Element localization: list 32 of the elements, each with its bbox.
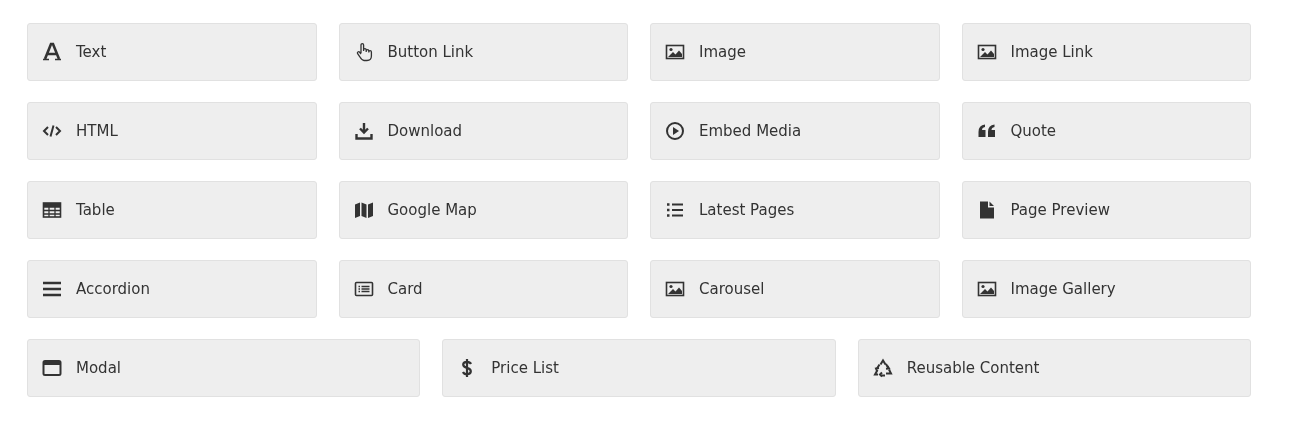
play-icon <box>665 121 685 141</box>
block-button[interactable]: HTML <box>27 102 317 160</box>
image-icon <box>665 279 685 299</box>
list-icon <box>665 200 685 220</box>
download-icon <box>353 121 374 141</box>
window-icon <box>42 358 62 378</box>
block-button[interactable]: Image Link <box>961 23 1251 81</box>
image-icon <box>976 279 997 299</box>
block-button[interactable]: Quote <box>961 102 1251 160</box>
block-button[interactable]: Page Preview <box>961 181 1251 239</box>
image-icon <box>665 42 685 62</box>
block-button[interactable]: Modal <box>27 339 421 397</box>
block-button[interactable]: Latest Pages <box>650 181 940 239</box>
block-button[interactable]: Card <box>338 260 628 318</box>
table-icon <box>42 200 62 220</box>
image-icon <box>976 42 997 62</box>
block-button[interactable]: Embed Media <box>650 102 940 160</box>
block-button[interactable]: Button Link <box>338 23 628 81</box>
block-button[interactable]: Image <box>650 23 940 81</box>
block-button[interactable]: Price List <box>442 339 836 397</box>
block-button[interactable]: Carousel <box>650 260 940 318</box>
block-button[interactable]: Reusable Content <box>857 339 1251 397</box>
block-button[interactable]: Text <box>27 23 317 81</box>
menu-icon <box>42 279 62 299</box>
letter-icon <box>42 42 62 62</box>
block-button[interactable]: Image Gallery <box>961 260 1251 318</box>
block-button[interactable]: Accordion <box>27 260 317 318</box>
block-button[interactable]: Google Map <box>338 181 628 239</box>
card-icon <box>353 279 374 299</box>
map-icon <box>353 200 374 220</box>
block-button[interactable]: Download <box>338 102 628 160</box>
block-button[interactable]: Table <box>27 181 317 239</box>
